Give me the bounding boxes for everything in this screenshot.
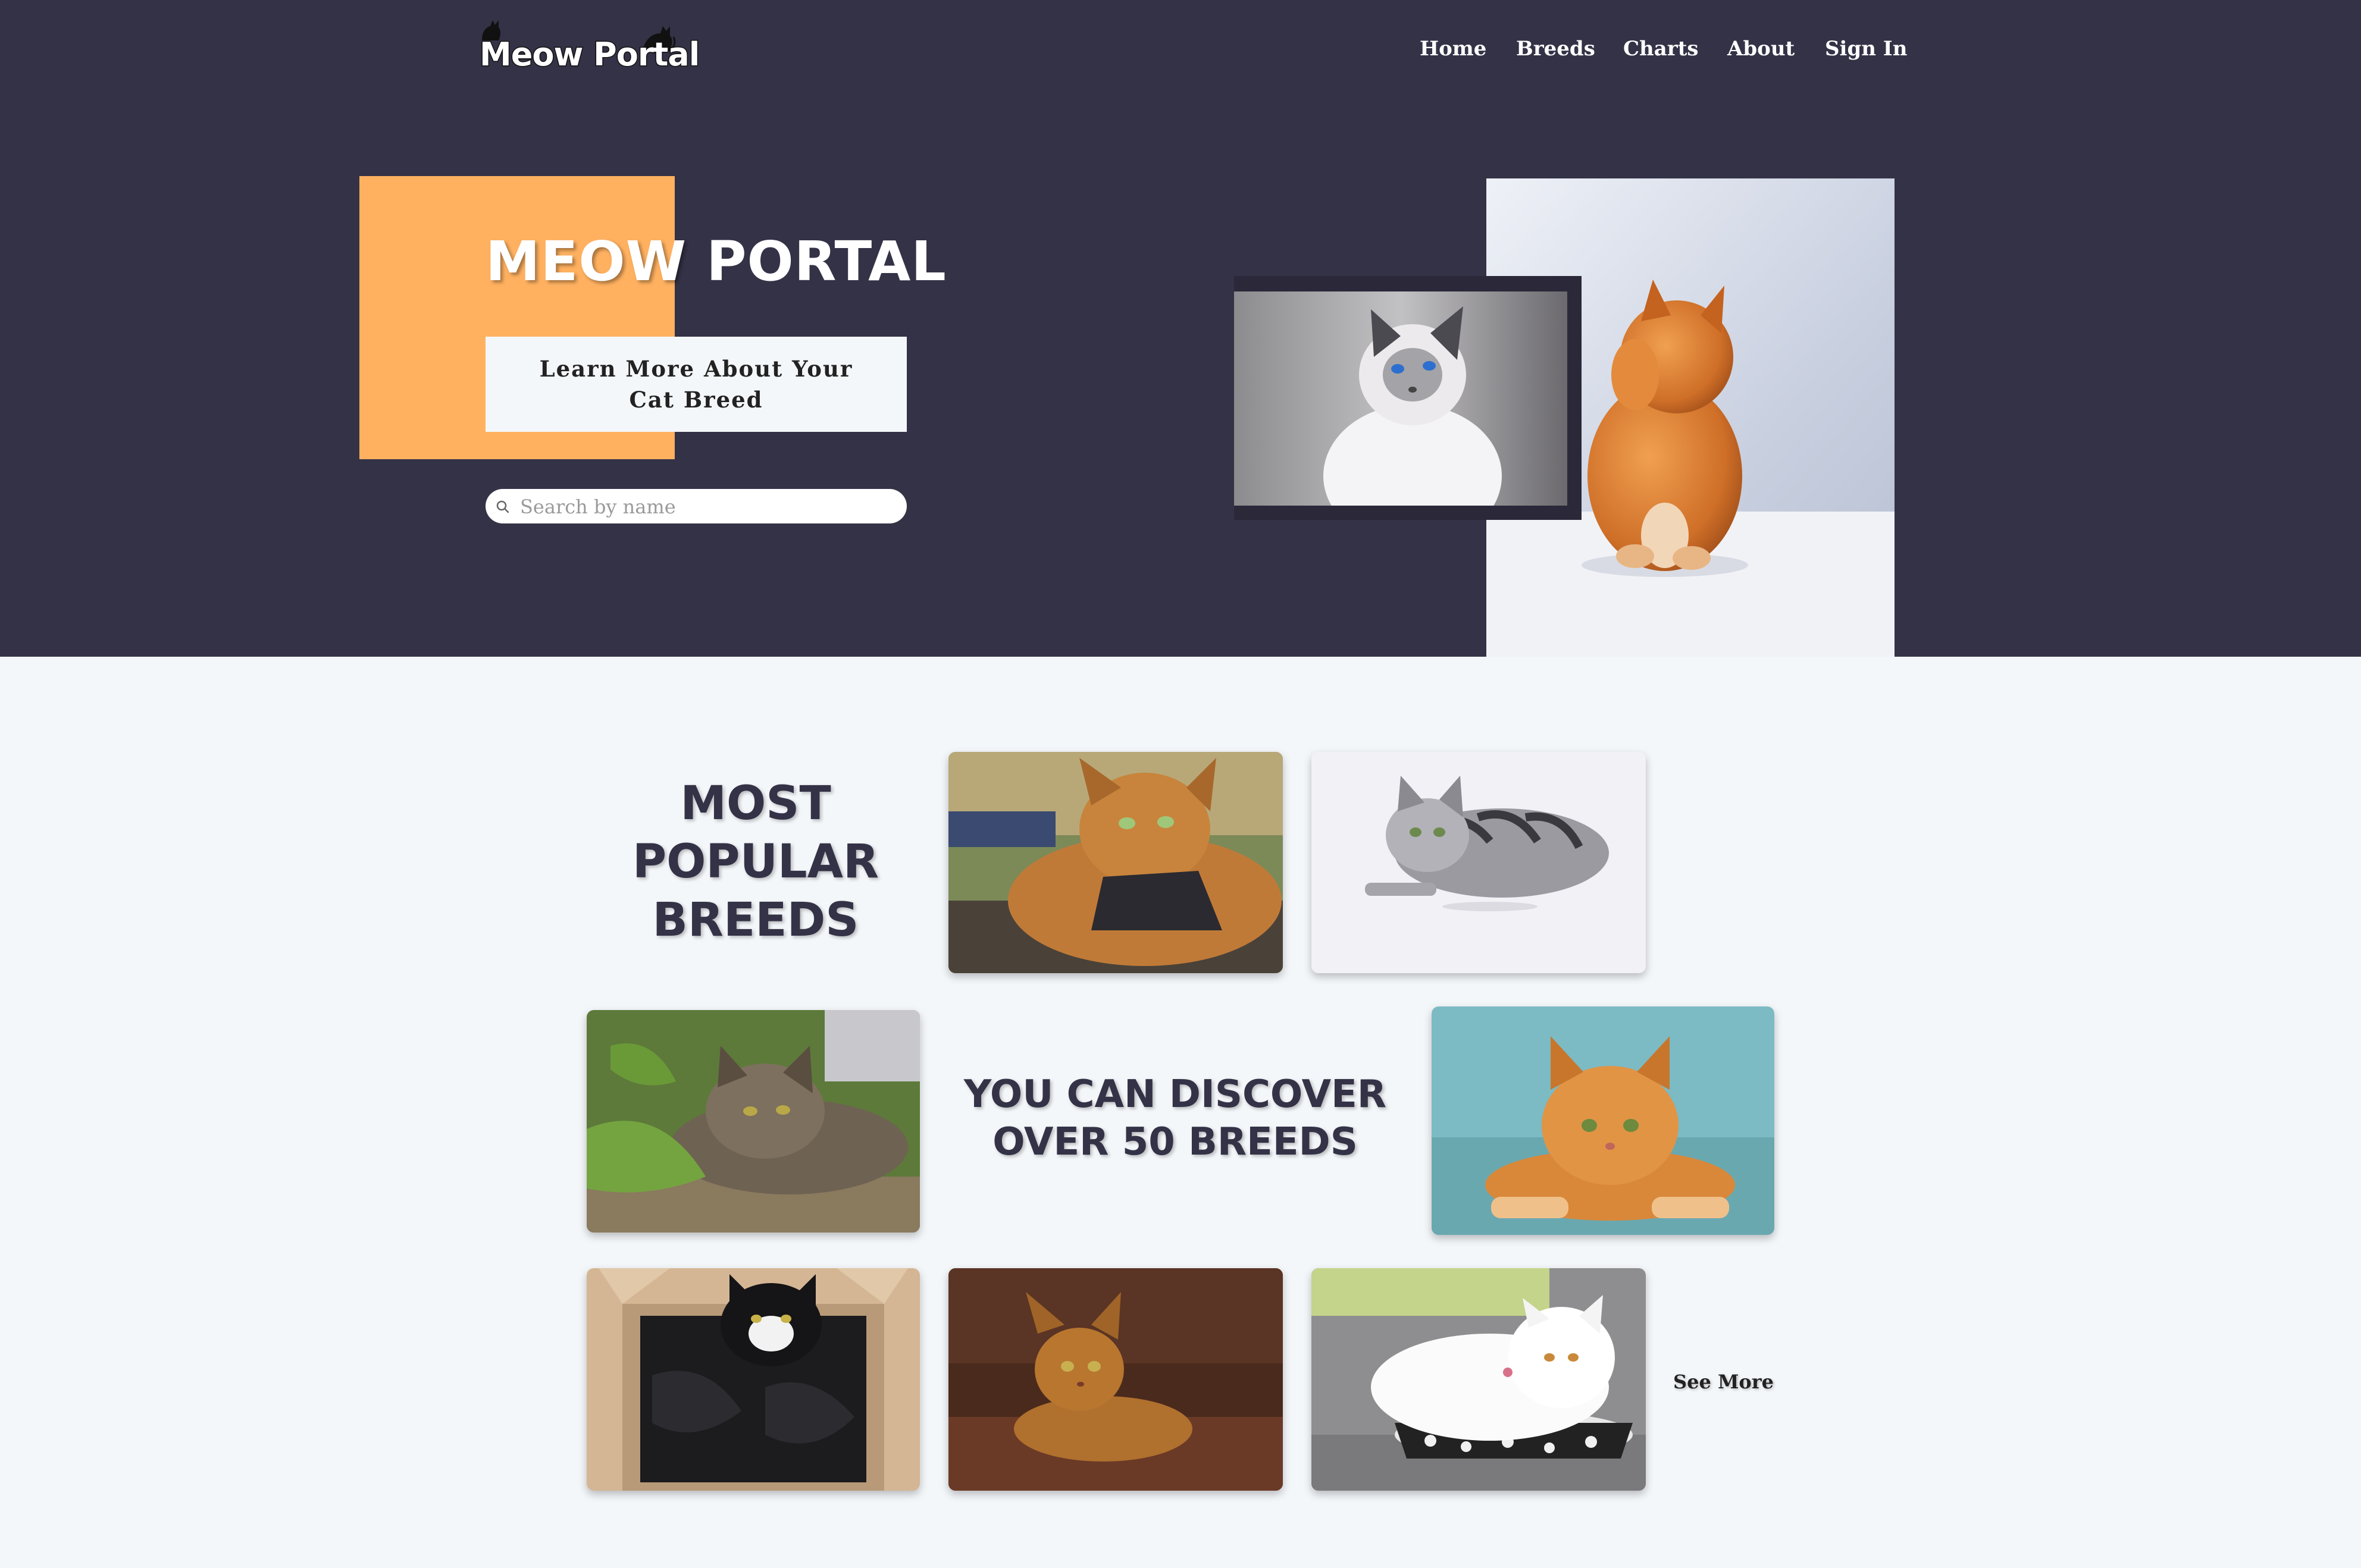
breed-card-tabby[interactable] xyxy=(587,1010,920,1233)
hero-title: MEOW PORTAL xyxy=(486,230,947,293)
breed-card-american-shorthair[interactable] xyxy=(1311,752,1646,973)
heading-popular-breeds: MOST POPULAR BREEDS xyxy=(632,777,879,947)
search-input[interactable] xyxy=(519,489,896,525)
learn-more-button[interactable]: Learn More About Your Cat Breed xyxy=(486,337,907,432)
logo[interactable]: Meow Portal xyxy=(476,18,701,74)
breed-card-tuxedo[interactable] xyxy=(587,1268,920,1491)
nav-sign-in[interactable]: Sign In xyxy=(1825,37,1907,61)
breed-card-bengal[interactable] xyxy=(948,752,1283,973)
search-icon xyxy=(496,500,509,513)
hero-title-word1: MEOW xyxy=(486,230,687,293)
see-more-link[interactable]: See More xyxy=(1673,1371,1774,1393)
logo-text: Meow Portal xyxy=(478,35,700,74)
nav-charts[interactable]: Charts xyxy=(1623,37,1699,61)
heading-discover-breeds: YOU CAN DISCOVER OVER 50 BREEDS xyxy=(963,1072,1387,1164)
hero-title-word2: PORTAL xyxy=(706,230,947,293)
breed-card-persian[interactable] xyxy=(1311,1268,1646,1491)
nav-home[interactable]: Home xyxy=(1420,37,1486,61)
nav-breeds[interactable]: Breeds xyxy=(1516,37,1595,61)
search-bar[interactable] xyxy=(486,489,907,525)
nav-about[interactable]: About xyxy=(1727,37,1795,61)
breed-card-abyssinian[interactable] xyxy=(948,1268,1283,1491)
hero-photo-white-cat xyxy=(1234,291,1567,506)
breed-card-orange-tabby[interactable] xyxy=(1432,1006,1774,1235)
hero-banner: Meow Portal Home Breeds Charts About Sig… xyxy=(0,0,2361,657)
